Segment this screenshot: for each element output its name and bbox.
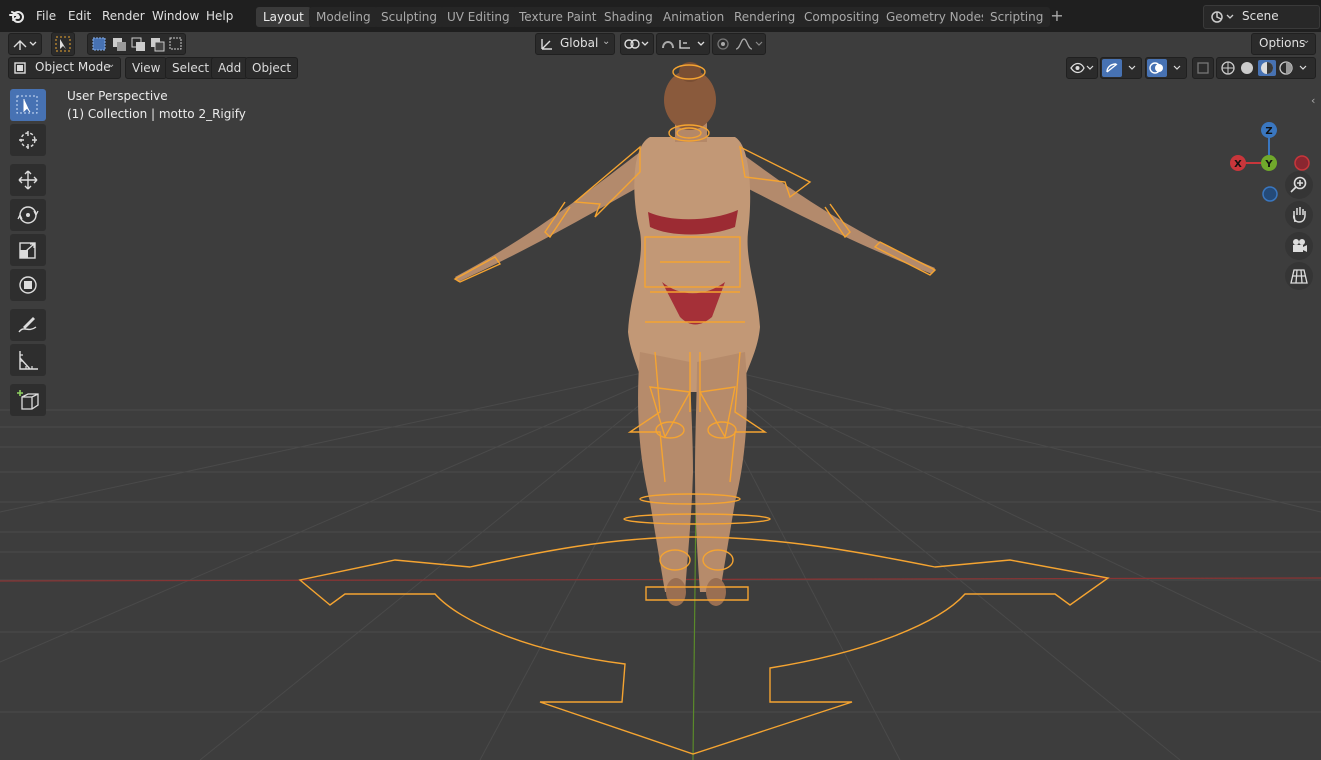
viewport-perspective-label: User Perspective [67, 89, 168, 103]
scale-tool[interactable] [10, 234, 46, 266]
gizmo-x-label: X [1234, 159, 1242, 170]
editor-type-button[interactable] [8, 33, 42, 55]
tab-sculpting[interactable]: Sculpting [374, 7, 445, 27]
menu-view[interactable]: View [125, 57, 168, 79]
eye-icon [1070, 62, 1094, 74]
move-tool[interactable] [10, 164, 46, 196]
annotate-tool[interactable] [10, 309, 46, 341]
shading-mode-group[interactable] [1216, 57, 1316, 79]
camera-view-button[interactable] [1285, 232, 1313, 260]
pivot-point-dropdown[interactable] [620, 33, 654, 55]
transform-icon [19, 276, 37, 294]
tab-modeling[interactable]: Modeling [309, 7, 378, 27]
tab-texture-paint[interactable]: Texture Paint [512, 7, 604, 27]
tab-layout[interactable]: Layout [256, 7, 311, 27]
measure-icon [19, 351, 38, 370]
zoom-button[interactable] [1285, 171, 1313, 199]
blender-logo-icon[interactable] [8, 7, 26, 25]
tool-shelf [8, 89, 50, 419]
menu-render[interactable]: Render [98, 7, 149, 25]
3d-viewport[interactable]: Global ⌄ Options ⌄ Object Mode ⌄ View Se… [0, 32, 1321, 760]
camera-icon [1293, 239, 1307, 252]
gizmo-y-label: Y [1264, 159, 1273, 170]
move-icon [18, 170, 38, 190]
tab-geometry-nodes[interactable]: Geometry Nodes [879, 7, 995, 27]
zoom-icon [1290, 176, 1307, 193]
menu-help[interactable]: Help [202, 7, 237, 25]
grid-ortho-icon [1290, 269, 1308, 284]
cursor-icon [19, 131, 37, 149]
sidebar-toggle-icon[interactable]: ‹ [1311, 94, 1315, 107]
transform-tool[interactable] [10, 269, 46, 301]
menu-edit[interactable]: Edit [64, 7, 95, 25]
annotate-icon [18, 317, 37, 333]
ortho-toggle-button[interactable] [1285, 262, 1313, 290]
orientation-icon [541, 39, 552, 50]
chevron-down-icon: ⌄ [1302, 35, 1311, 46]
xray-icon [1197, 62, 1209, 74]
menu-select[interactable]: Select [165, 57, 217, 79]
menu-object[interactable]: Object [245, 57, 299, 79]
gizmo-neg-z[interactable] [1262, 186, 1278, 202]
snapping-group[interactable] [656, 33, 710, 55]
visibility-dropdown[interactable] [1066, 57, 1098, 79]
object-mode-icon [14, 62, 26, 74]
tab-scripting[interactable]: Scripting [983, 7, 1051, 27]
chevron-down-icon: ⌄ [107, 59, 116, 70]
gizmo-toggle[interactable] [1100, 57, 1142, 79]
viewport-collection-label: (1) Collection | motto 2_Rigify [67, 107, 246, 121]
gizmo-icon [1106, 63, 1136, 73]
tab-shading[interactable]: Shading [597, 7, 660, 27]
gizmo-z-label: Z [1265, 126, 1272, 137]
menu-file[interactable]: File [32, 7, 60, 25]
pivot-icon [624, 39, 649, 49]
menu-window[interactable]: Window [148, 7, 203, 25]
cursor-tool[interactable] [10, 124, 46, 156]
object-mode-dropdown[interactable]: Object Mode ⌄ [8, 57, 121, 79]
select-box-icon [16, 95, 38, 114]
top-bar: File Edit Render Window Help Layout Mode… [0, 0, 1321, 33]
editor-type-icon [13, 40, 37, 50]
orientation-label: Global [560, 36, 599, 50]
viewport-scene [0, 62, 1321, 760]
add-cube-tool[interactable] [10, 384, 46, 416]
add-workspace-icon[interactable]: + [1048, 8, 1066, 26]
selection-mode-icons[interactable] [91, 36, 183, 52]
select-box-tool[interactable] [10, 89, 46, 121]
shading-icons[interactable] [1220, 60, 1314, 76]
xray-toggle[interactable] [1192, 57, 1214, 79]
select-tool-mode[interactable] [51, 32, 75, 56]
proportional-icon[interactable] [716, 37, 764, 51]
proportional-editing-group[interactable] [712, 33, 766, 55]
options-dropdown[interactable]: Options ⌄ [1251, 33, 1316, 55]
select-cursor-icon [55, 36, 71, 52]
tab-uv-editing[interactable]: UV Editing [440, 7, 517, 27]
pan-button[interactable] [1285, 201, 1313, 229]
hand-pan-icon [1293, 207, 1306, 223]
rotate-icon [17, 206, 39, 224]
chevron-down-icon: ⌄ [602, 36, 611, 47]
scene-icon [1211, 11, 1234, 23]
overlays-toggle[interactable] [1145, 57, 1187, 79]
selection-mode-group[interactable] [87, 33, 186, 55]
snap-icon[interactable] [660, 37, 708, 51]
tab-rendering[interactable]: Rendering [727, 7, 803, 27]
measure-tool[interactable] [10, 344, 46, 376]
scale-icon [19, 242, 36, 259]
tab-compositing[interactable]: Compositing [797, 7, 887, 27]
rotate-tool[interactable] [10, 199, 46, 231]
add-cube-icon [17, 390, 39, 410]
gizmo-neg-x[interactable] [1294, 155, 1310, 171]
tab-animation[interactable]: Animation [656, 7, 732, 27]
mode-label: Object Mode [35, 60, 111, 74]
menu-add[interactable]: Add [211, 57, 249, 79]
transform-orientation-dropdown[interactable]: Global ⌄ [535, 33, 615, 55]
scene-name: Scene [1242, 9, 1279, 23]
options-label: Options [1259, 36, 1306, 50]
scene-selector[interactable]: Scene [1203, 5, 1320, 29]
overlays-icon [1149, 62, 1181, 74]
